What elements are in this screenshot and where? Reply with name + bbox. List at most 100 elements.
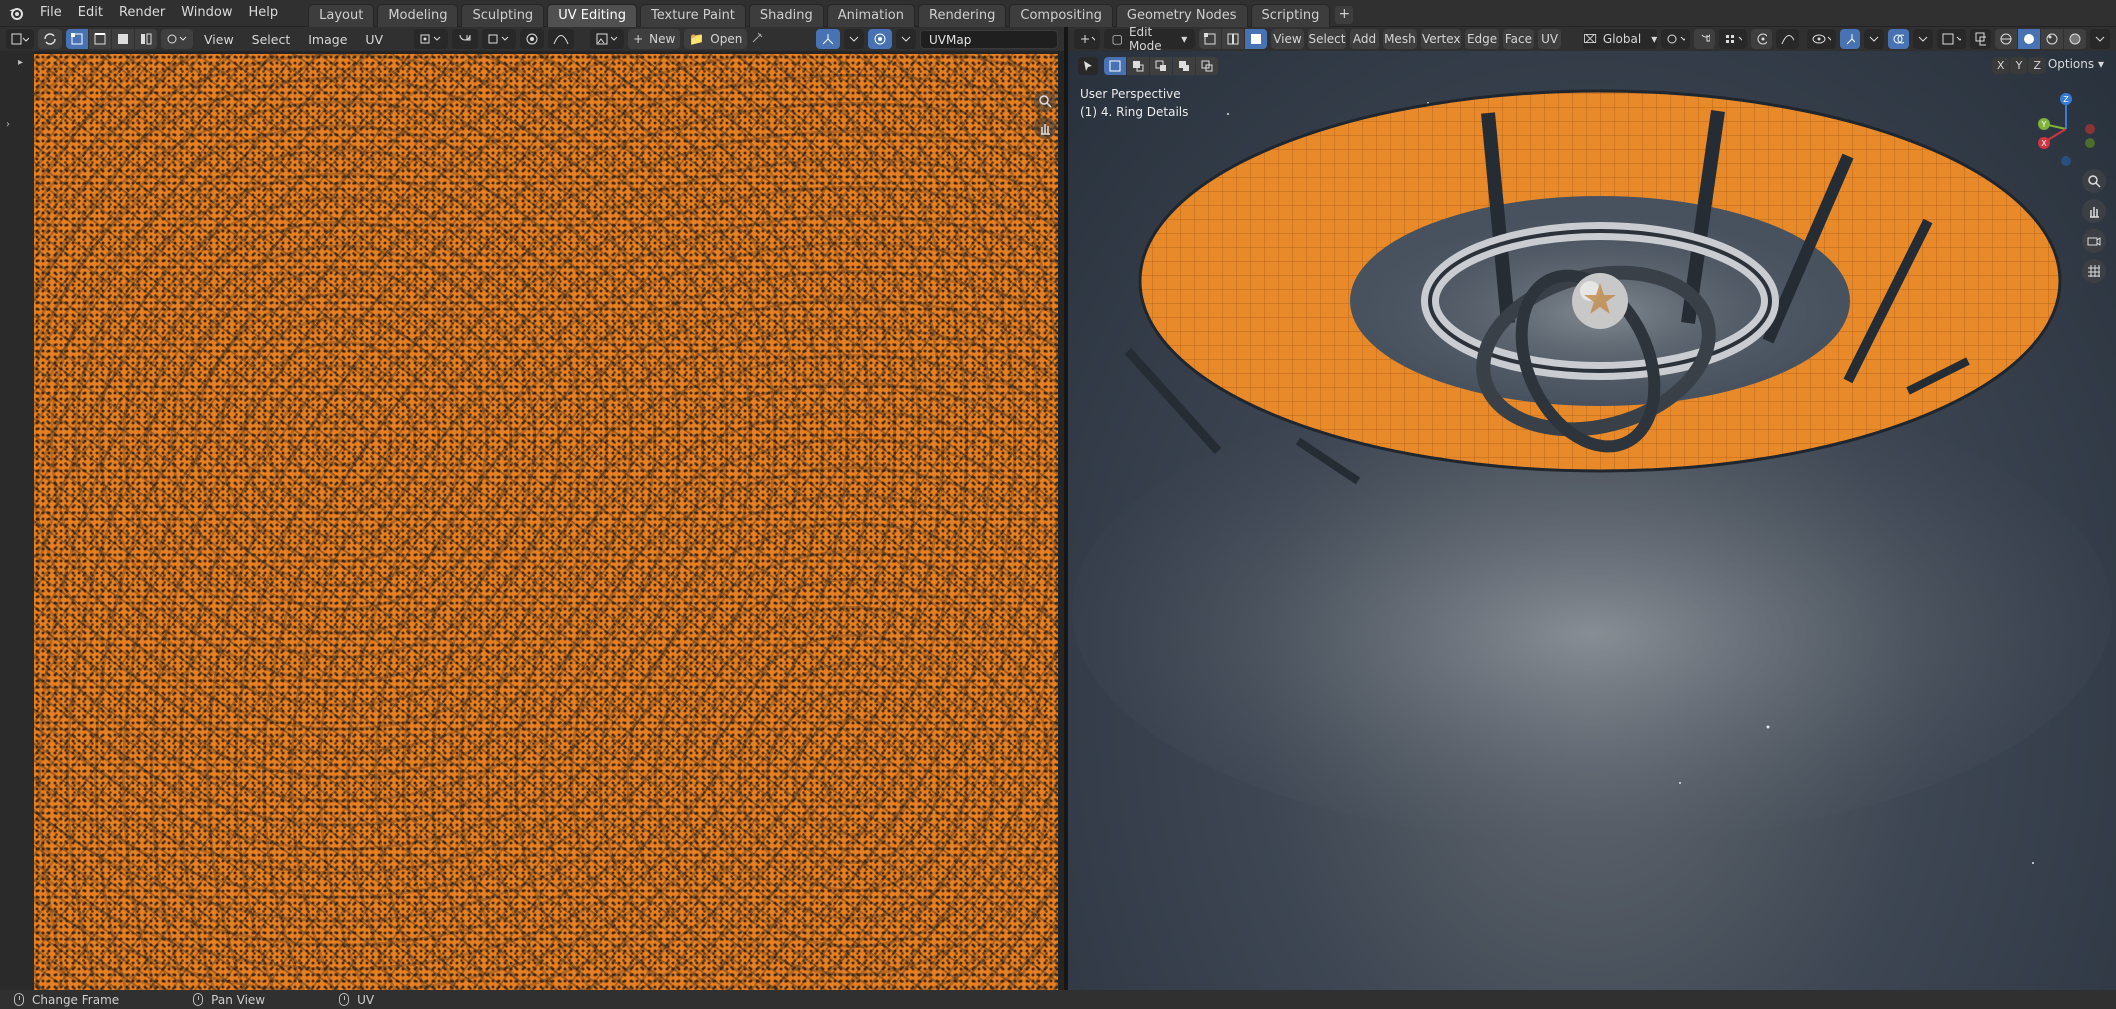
pivot-icon[interactable] (1661, 29, 1690, 49)
sync-selection-icon[interactable] (38, 29, 62, 49)
edit-mode-icon: ▢ (1111, 32, 1123, 46)
face-mode-icon[interactable] (1245, 29, 1268, 49)
proportional-edit-icon[interactable] (1751, 29, 1773, 49)
blender-logo-icon[interactable] (6, 3, 26, 23)
uvmap-field[interactable]: UVMap (920, 29, 1058, 49)
select-intersect-icon[interactable] (1196, 57, 1218, 75)
uv-options-dropdown-icon[interactable] (844, 29, 864, 49)
tab-shading[interactable]: Shading (748, 3, 824, 27)
new-image-button[interactable]: + New (628, 29, 681, 49)
menu-select[interactable]: Select (1307, 29, 1347, 49)
uv-canvas[interactable] (34, 54, 1058, 990)
snap-toggle-icon[interactable] (1693, 29, 1715, 49)
island-select-icon[interactable] (135, 29, 157, 49)
status-change-frame: Change Frame (14, 993, 119, 1007)
toolbar-expand-icon[interactable]: › (6, 119, 10, 130)
axis-x-button[interactable]: X (1991, 57, 2010, 74)
viewport-overlays-dropdown-icon[interactable] (1913, 29, 1934, 49)
proportional-falloff-icon[interactable] (1776, 29, 1799, 49)
pan-hand-icon[interactable] (1034, 117, 1056, 139)
select-subtract-icon[interactable] (1150, 57, 1172, 75)
gizmo-y-label: Y (2041, 120, 2047, 129)
zoom-icon[interactable] (2082, 169, 2106, 193)
menu-file[interactable]: File (32, 2, 70, 24)
pan-hand-icon[interactable] (2082, 199, 2106, 223)
vertex-mode-icon[interactable] (1199, 29, 1222, 49)
mode-selector[interactable]: ▢ Edit Mode ▾ (1103, 27, 1196, 53)
menu-vertex[interactable]: Vertex (1421, 29, 1462, 49)
menu-view[interactable]: View (197, 32, 241, 47)
mesh-overlays-icon[interactable] (1937, 29, 1967, 49)
tab-geometry-nodes[interactable]: Geometry Nodes (1115, 3, 1248, 27)
face-select-icon[interactable] (112, 29, 134, 49)
overlays-icon[interactable] (868, 29, 892, 49)
sticky-selection-icon[interactable] (161, 29, 193, 49)
shading-dropdown-icon[interactable] (2090, 29, 2111, 49)
menu-edge[interactable]: Edge (1465, 29, 1499, 49)
zoom-icon[interactable] (1034, 90, 1056, 112)
navigation-gizmo[interactable]: Z Y X (2026, 89, 2106, 169)
vertex-select-icon[interactable] (66, 29, 88, 49)
viewport-canvas[interactable] (1068, 51, 2116, 990)
open-image-button[interactable]: 📁 Open (684, 29, 748, 49)
snap-element-icon[interactable] (1718, 29, 1748, 49)
axis-y-button[interactable]: Y (2010, 57, 2028, 74)
options-dropdown[interactable]: Options ▾ (2048, 57, 2104, 71)
tool-cursor-icon[interactable]: ▸ (18, 57, 23, 68)
menu-mesh[interactable]: Mesh (1382, 29, 1418, 49)
camera-icon[interactable] (2082, 229, 2106, 253)
material-shading-icon[interactable] (2041, 29, 2064, 49)
select-new-icon[interactable] (1104, 57, 1126, 75)
proportional-editing-icon[interactable] (520, 29, 545, 49)
visibility-icon[interactable] (1806, 29, 1836, 49)
menu-uv[interactable]: UV (358, 32, 390, 47)
select-extend-icon[interactable] (1127, 57, 1149, 75)
axis-z-button[interactable]: Z (2028, 57, 2046, 74)
menu-render[interactable]: Render (111, 2, 173, 24)
tab-texture-paint[interactable]: Texture Paint (640, 3, 746, 27)
viewport-nav-buttons (2082, 169, 2106, 283)
select-invert-icon[interactable] (1173, 57, 1195, 75)
pivot-point-icon[interactable] (414, 29, 449, 49)
tab-uv-editing[interactable]: UV Editing (547, 3, 638, 27)
menu-uv[interactable]: UV (1537, 29, 1562, 49)
add-workspace-button[interactable]: + (1335, 5, 1354, 24)
viewport-header: ▢ Edit Mode ▾ View Select Add Mesh Verte… (1068, 27, 2116, 53)
tab-sculpting[interactable]: Sculpting (461, 3, 545, 27)
tab-animation[interactable]: Animation (826, 3, 915, 27)
tool-cursor-icon[interactable] (1078, 57, 1098, 75)
viewport-overlays-icon[interactable] (1888, 29, 1910, 49)
xray-icon[interactable] (1970, 29, 1992, 49)
wireframe-shading-icon[interactable] (1995, 29, 2018, 49)
tab-compositing[interactable]: Compositing (1009, 3, 1113, 27)
menu-image[interactable]: Image (301, 32, 354, 47)
gizmo-toggle-icon[interactable] (1839, 29, 1861, 49)
editor-type-icon[interactable] (6, 29, 34, 49)
pin-icon[interactable] (751, 30, 763, 48)
tab-rendering[interactable]: Rendering (918, 3, 1007, 27)
menu-edit[interactable]: Edit (70, 2, 111, 24)
solid-shading-icon[interactable] (2018, 29, 2041, 49)
menu-select[interactable]: Select (245, 32, 298, 47)
edge-mode-icon[interactable] (1222, 29, 1245, 49)
tab-modeling[interactable]: Modeling (377, 3, 459, 27)
rendered-shading-icon[interactable] (2064, 29, 2087, 49)
uv-sync-cursor-icon[interactable] (816, 29, 840, 49)
overlays-dropdown-icon[interactable] (896, 29, 916, 49)
viewport-editor-type-icon[interactable] (1074, 29, 1100, 49)
menu-help[interactable]: Help (241, 2, 287, 24)
transform-orientation-dropdown[interactable]: ⌧ Global ▾ (1583, 29, 1657, 49)
edge-select-icon[interactable] (89, 29, 111, 49)
menu-add[interactable]: Add (1350, 29, 1379, 49)
snap-icon[interactable] (452, 29, 479, 49)
ortho-grid-icon[interactable] (2082, 259, 2106, 283)
tab-layout[interactable]: Layout (308, 3, 375, 27)
falloff-icon[interactable] (548, 29, 575, 49)
menu-window[interactable]: Window (173, 2, 240, 24)
snap-target-icon[interactable] (482, 29, 517, 49)
menu-view[interactable]: View (1271, 29, 1304, 49)
menu-face[interactable]: Face (1502, 29, 1534, 49)
tab-scripting[interactable]: Scripting (1250, 3, 1331, 27)
gizmo-dropdown-icon[interactable] (1864, 29, 1885, 49)
image-browse-icon[interactable] (590, 29, 625, 49)
